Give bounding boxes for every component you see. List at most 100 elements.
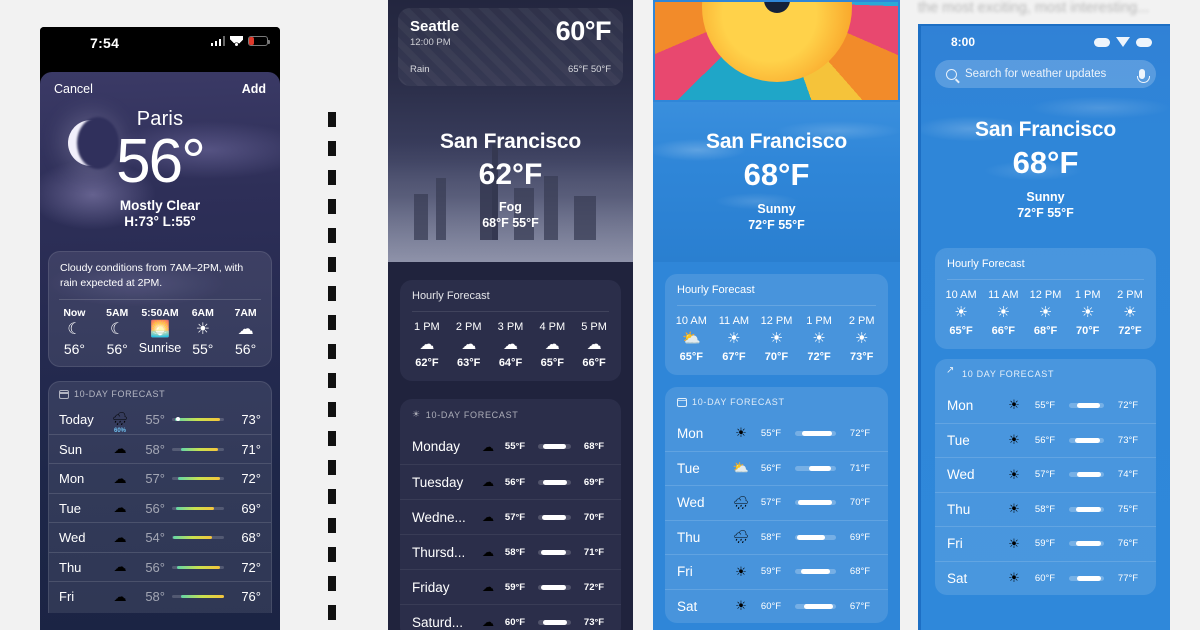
low-temperature: 57°F	[1034, 469, 1056, 481]
hourly-forecast-header: Hourly Forecast	[677, 284, 755, 296]
divider-dash	[328, 402, 336, 417]
divider-dash	[328, 257, 336, 272]
low-temperature: 55°F	[760, 427, 782, 439]
cloud-icon: ☁	[502, 336, 518, 353]
divider-dash	[328, 460, 336, 475]
high-temperature: 68°	[241, 530, 261, 546]
ten-day-forecast-card[interactable]: 10-DAY FORECAST Mon ☀ 55°F 72°F Tue ⛅ 56°F 71°F…	[665, 387, 888, 623]
divider-dash	[328, 518, 336, 533]
hourly-forecast-card[interactable]: Hourly Forecast 10 AM ☀ 65°F 11 AM ☀ 66°F 12 P…	[935, 248, 1156, 349]
temperature-range-bar	[1069, 575, 1104, 581]
hourly-forecast-card[interactable]: Hourly Forecast 10 AM ⛅ 65°F 11 AM ☀ 67°F 12 P…	[665, 274, 888, 375]
temperature-range-bar	[1069, 506, 1104, 512]
low-temperature: 58°F	[760, 531, 782, 543]
cloud-icon: ☁	[113, 470, 127, 486]
ten-day-forecast-card[interactable]: 10 DAY FORECAST Mon ☀ 55°F 72°F Tue ☀ 56°F 73°F…	[935, 359, 1156, 595]
high-temperature: 69°	[241, 500, 261, 516]
widget-condition: Rain	[410, 64, 430, 75]
day-label: Thursd...	[412, 544, 466, 560]
day-label: Wed	[59, 530, 86, 546]
high-temperature: 73°F	[583, 616, 605, 628]
forecast-row: Mon ☁ 57° 72°	[49, 463, 271, 493]
hourly-item: 5:50AM 🌅 Sunrise	[139, 307, 182, 357]
current-conditions: San Francisco 68°F Sunny 72°F 55°F	[653, 102, 900, 262]
hour-temperature: 65°F	[949, 325, 973, 337]
hourly-item: 2 PM ☁ 63°F	[448, 321, 490, 369]
forecast-row: Fri ☀ 59°F 68°F	[665, 554, 888, 589]
forecast-row: Friday ☁ 59°F 72°F	[400, 569, 621, 604]
day-label: Tuesday	[412, 474, 464, 490]
day-label: Tue	[947, 432, 970, 448]
sun-icon: ☀	[1038, 304, 1053, 321]
precip-label: 60%	[113, 428, 126, 435]
day-label: Tue	[677, 460, 700, 476]
day-label: Sat	[947, 570, 968, 586]
hero-section: Seattle 12:00 PM 60°F Rain 65°F 50°F San…	[388, 0, 633, 262]
cancel-button[interactable]: Cancel	[54, 82, 93, 96]
hour-label: 11 AM	[988, 289, 1019, 301]
hour-temperature: 73°F	[849, 351, 874, 363]
widget-bottom-row: Rain 65°F 50°F	[410, 64, 611, 75]
forecast-row: Mon ☀ 55°F 72°F	[935, 388, 1156, 423]
sun-icon: ☀	[735, 425, 747, 441]
sun-cloud-icon: ⛅	[681, 330, 701, 347]
low-temperature: 60°F	[1034, 572, 1056, 584]
divider-dash	[328, 605, 336, 620]
forecast-summary: Cloudy conditions from 7AM–2PM, with rai…	[60, 261, 244, 290]
hour-label: 2 PM	[848, 315, 875, 327]
hourly-forecast-card[interactable]: Cloudy conditions from 7AM–2PM, with rai…	[48, 250, 272, 368]
day-label: Fri	[677, 564, 693, 580]
add-button[interactable]: Add	[242, 82, 266, 96]
ten-day-forecast-card[interactable]: 10-DAY FORECAST Today 🌧 60% 55° 73° Sun ☁ 58° 71…	[48, 381, 272, 613]
ten-day-list: Today 🌧 60% 55° 73° Sun ☁ 58° 71° Mon ☁ 57° 72° Tue ☁ 5…	[49, 404, 271, 611]
hourly-item: 1 PM ☀ 72°F	[798, 315, 841, 363]
low-temperature: 57°F	[760, 497, 782, 509]
high-low-text: 68°F 55°F	[482, 216, 539, 230]
wifi-icon	[230, 36, 243, 46]
forecast-row: Sat ☀ 60°F 77°F	[935, 560, 1156, 596]
hourly-list: 10 AM ⛅ 65°F 11 AM ☀ 67°F 12 PM ☀ 70°F 1 PM ☀ 72°F 2…	[665, 306, 888, 375]
ten-day-header: 10 DAY FORECAST	[935, 359, 1156, 388]
vertical-dashed-divider	[328, 112, 336, 624]
divider-dash	[328, 431, 336, 446]
high-temperature: 68°F	[849, 566, 871, 578]
hourly-forecast-card[interactable]: Hourly Forecast 1 PM ☁ 62°F 2 PM ☁ 63°F 3 PM ☁ 6…	[400, 280, 621, 381]
low-temperature: 56°F	[1034, 434, 1056, 446]
sun-icon: ☀	[769, 330, 784, 347]
calendar-icon	[59, 389, 69, 399]
widget-city: Seattle	[410, 18, 460, 35]
temperature-range-bar	[795, 500, 836, 506]
hourly-forecast-header: Hourly Forecast	[947, 258, 1025, 270]
ten-day-header-label: 10-DAY FORECAST	[692, 397, 785, 407]
high-low-text: H:73° L:55°	[124, 213, 196, 229]
sun-icon: ☀	[1008, 501, 1020, 517]
cloud-icon: ☁	[482, 510, 494, 524]
sun-icon: ☀	[812, 330, 826, 347]
hour-temperature: Sunrise	[138, 341, 182, 356]
high-temperature: 72°F	[1117, 399, 1139, 411]
temperature-range-bar	[795, 465, 836, 471]
forecast-row: Sat ☀ 60°F 67°F	[665, 588, 888, 624]
hourly-item: 10 AM ⛅ 65°F	[670, 315, 713, 363]
hour-temperature: 55°	[192, 341, 214, 358]
widget-temperature: 60°F	[555, 16, 612, 46]
city-widget-seattle[interactable]: Seattle 12:00 PM 60°F Rain 65°F 50°F	[398, 8, 623, 86]
chart-icon	[946, 365, 957, 379]
day-label: Wed	[677, 495, 705, 511]
ten-day-forecast-card[interactable]: ☀ 10-DAY FORECAST Monday ☁ 55°F 68°F Tuesday…	[400, 399, 621, 630]
hour-label: 10 AM	[945, 289, 977, 301]
high-temperature: 71°F	[583, 546, 605, 558]
hour-label: 12 PM	[1029, 289, 1062, 301]
cloud-icon: ☁	[113, 559, 127, 575]
hour-label: 11 AM	[718, 315, 750, 327]
city-name: San Francisco	[706, 130, 847, 153]
cloud-icon: ☁	[113, 441, 127, 457]
hour-label: 2 PM	[455, 321, 482, 333]
forecast-row: Mon ☀ 55°F 72°F	[665, 416, 888, 451]
hour-temperature: 56°	[235, 341, 257, 358]
low-temperature: 59°F	[1034, 538, 1056, 550]
low-temperature: 60°F	[760, 600, 782, 612]
low-temperature: 60°F	[504, 616, 526, 628]
high-low-text: 72°F 55°F	[1017, 206, 1074, 220]
temperature-range-bar	[538, 444, 571, 449]
